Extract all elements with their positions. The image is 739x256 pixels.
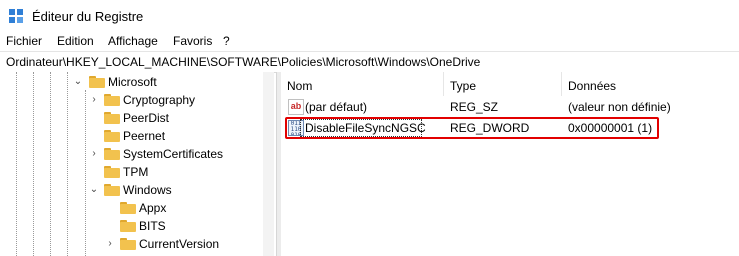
column-header-data[interactable]: Données [562, 72, 739, 96]
value-data: (valeur non définie) [568, 100, 671, 114]
chevron-right-icon[interactable]: › [105, 239, 115, 249]
tree-item-peernet[interactable]: Peernet [0, 127, 262, 145]
tree-item-label: Microsoft [108, 75, 157, 89]
folder-icon [104, 130, 120, 142]
address-bar[interactable]: Ordinateur\HKEY_LOCAL_MACHINE\SOFTWARE\P… [0, 51, 739, 73]
column-header-name[interactable]: Nom [281, 72, 444, 96]
tree-item-cryptography[interactable]: › Cryptography [0, 91, 262, 109]
address-path[interactable]: Ordinateur\HKEY_LOCAL_MACHINE\SOFTWARE\P… [6, 55, 480, 69]
tree-item-label: Peernet [123, 129, 166, 143]
chevron-right-icon[interactable]: › [89, 149, 99, 159]
folder-icon [104, 166, 120, 178]
highlight-box [285, 117, 659, 139]
values-list[interactable]: Nom Type Données ab (par défaut) REG_SZ … [281, 72, 739, 256]
chevron-right-icon[interactable]: › [89, 95, 99, 105]
tree-item-label: Windows [123, 183, 172, 197]
tree-item-windows[interactable]: ⌄ Windows [0, 181, 262, 199]
tree-item-label: Appx [139, 201, 167, 215]
column-header-type[interactable]: Type [444, 72, 562, 96]
registry-editor-icon [9, 9, 23, 23]
tree-item-currentversion[interactable]: › CurrentVersion [0, 235, 262, 253]
value-name: (par défaut) [305, 100, 368, 114]
folder-icon [104, 112, 120, 124]
column-header-label: Données [568, 79, 617, 93]
string-value-icon: ab [288, 99, 304, 115]
tree-item-label: TPM [123, 165, 149, 179]
tree-item-label: Cryptography [123, 93, 196, 107]
value-row[interactable]: ab (par défaut) REG_SZ (valeur non défin… [281, 97, 739, 117]
tree-item-label: CurrentVersion [139, 237, 220, 251]
folder-icon [120, 220, 136, 232]
tree-item-bits[interactable]: BITS [0, 217, 262, 235]
folder-icon [104, 148, 120, 160]
tree-item-microsoft[interactable]: ⌄ Microsoft [0, 73, 262, 91]
folder-icon [104, 94, 120, 106]
menu-fichier[interactable]: Fichier [6, 34, 42, 48]
tree-item-tpm[interactable]: TPM [0, 163, 262, 181]
folder-icon [89, 76, 105, 88]
column-header-label: Nom [287, 79, 313, 93]
menu-bar: Fichier Edition Affichage Favoris ? [0, 33, 739, 51]
menu-help[interactable]: ? [223, 34, 230, 48]
tree-scrollbar[interactable] [263, 72, 274, 256]
tree-item-systemcertificates[interactable]: › SystemCertificates [0, 145, 262, 163]
menu-edition[interactable]: Edition [57, 34, 94, 48]
menu-affichage[interactable]: Affichage [108, 34, 158, 48]
folder-icon [104, 184, 120, 196]
value-type: REG_SZ [450, 100, 499, 114]
title-bar: Éditeur du Registre [0, 0, 739, 33]
column-header-label: Type [450, 79, 477, 93]
chevron-down-icon[interactable]: ⌄ [89, 185, 99, 195]
key-tree[interactable]: ⌄ Microsoft › Cryptography PeerDist Peer… [0, 72, 274, 256]
tree-item-appx[interactable]: Appx [0, 199, 262, 217]
tree-item-peerdist[interactable]: PeerDist [0, 109, 262, 127]
tree-item-label: BITS [139, 219, 166, 233]
folder-icon [120, 238, 136, 250]
folder-icon [120, 202, 136, 214]
window-title: Éditeur du Registre [32, 9, 144, 24]
tree-item-label: SystemCertificates [123, 147, 224, 161]
tree-item-label: PeerDist [123, 111, 170, 125]
chevron-down-icon[interactable]: ⌄ [73, 77, 83, 87]
menu-favoris[interactable]: Favoris [173, 34, 212, 48]
